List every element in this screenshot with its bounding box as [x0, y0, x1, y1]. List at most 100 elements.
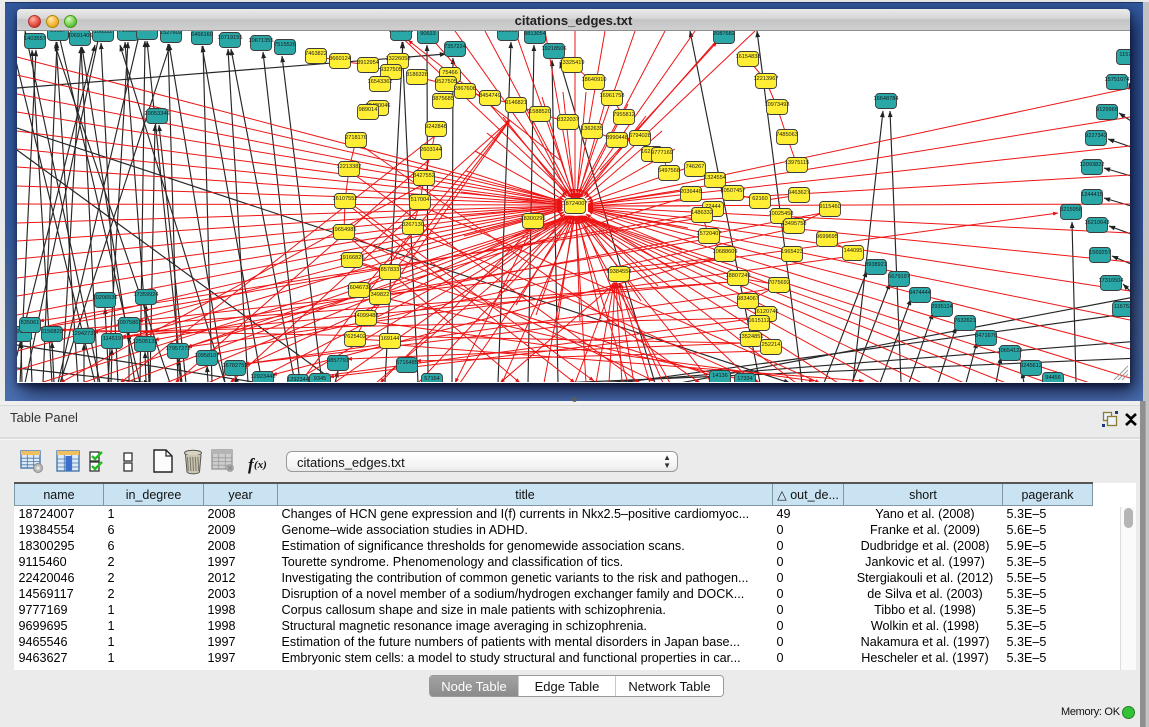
svg-text:1403557: 1403557	[24, 36, 46, 42]
svg-text:16033809: 16033809	[389, 31, 414, 34]
svg-text:8322037: 8322037	[557, 117, 579, 123]
svg-text:9129966: 9129966	[1096, 107, 1118, 113]
svg-text:15751074: 15751074	[1105, 77, 1130, 83]
svg-text:14136: 14136	[712, 373, 728, 379]
svg-text:16543362: 16543362	[368, 79, 393, 85]
svg-text:6466160: 6466160	[191, 32, 213, 38]
svg-text:8912954: 8912954	[357, 60, 379, 66]
svg-text:16210643: 16210643	[1085, 220, 1110, 226]
svg-text:7632621: 7632621	[954, 318, 976, 324]
svg-text:2718176: 2718176	[345, 135, 367, 141]
svg-text:106532: 106532	[94, 31, 113, 35]
svg-text:12093822: 12093822	[1080, 162, 1105, 168]
svg-text:7625402: 7625402	[344, 334, 366, 340]
svg-text:2036448: 2036448	[680, 189, 702, 195]
svg-text:19384554: 19384554	[607, 269, 632, 275]
svg-text:1615112: 1615112	[748, 318, 769, 324]
svg-text:2867608: 2867608	[454, 86, 476, 92]
svg-text:1965423: 1965423	[781, 249, 803, 255]
svg-text:9146821: 9146821	[505, 100, 527, 106]
svg-text:2087682: 2087682	[713, 31, 735, 37]
svg-text:13524851: 13524851	[739, 334, 764, 340]
svg-text:7357224: 7357224	[444, 44, 466, 50]
svg-text:20557: 20557	[50, 31, 66, 34]
svg-text:8813054: 8813054	[524, 31, 546, 37]
svg-text:9699695: 9699695	[816, 234, 838, 240]
svg-text:19166825: 19166825	[340, 255, 365, 261]
svg-text:18724007: 18724007	[563, 201, 588, 207]
svg-text:1156829: 1156829	[41, 329, 62, 335]
svg-text:90633: 90633	[420, 31, 436, 37]
svg-text:114519: 114519	[103, 336, 121, 342]
svg-text:8215958: 8215958	[1060, 207, 1082, 213]
svg-text:19654985: 19654985	[332, 227, 357, 233]
svg-text:12505135: 12505135	[133, 339, 158, 345]
svg-text:1588520: 1588520	[529, 109, 551, 115]
svg-text:16648784: 16648784	[874, 96, 899, 102]
svg-text:10654122: 10654122	[998, 348, 1023, 354]
svg-text:9327505: 9327505	[380, 67, 402, 73]
svg-text:13226058: 13226058	[386, 56, 411, 62]
svg-text:252214: 252214	[762, 342, 781, 348]
svg-text:18300295: 18300295	[521, 216, 546, 222]
svg-text:16120746: 16120746	[754, 309, 779, 315]
svg-text:881305: 881305	[499, 31, 518, 34]
svg-text:18807249: 18807249	[726, 273, 751, 279]
svg-text:7955812: 7955812	[613, 112, 635, 118]
svg-text:517004: 517004	[411, 197, 430, 203]
svg-text:17334: 17334	[737, 376, 753, 382]
svg-text:1569257: 1569257	[1089, 250, 1111, 256]
svg-text:9245612: 9245612	[1020, 363, 1042, 369]
svg-text:57164: 57164	[424, 376, 440, 382]
svg-text:9115460: 9115460	[819, 204, 840, 210]
svg-text:94456: 94456	[1045, 375, 1061, 381]
svg-text:20691406: 20691406	[68, 33, 93, 39]
svg-text:14099488: 14099488	[354, 313, 379, 319]
svg-text:8471676: 8471676	[975, 333, 997, 339]
svg-text:9463627: 9463627	[788, 190, 810, 196]
svg-text:9857791: 9857791	[327, 358, 349, 364]
svg-text:1324554: 1324554	[704, 175, 726, 181]
svg-text:20206536: 20206536	[93, 295, 118, 301]
svg-text:9777169: 9777169	[651, 150, 673, 156]
svg-text:8186328: 8186328	[406, 72, 428, 78]
svg-text:15720407: 15720407	[697, 231, 722, 237]
svg-text:989014: 989014	[359, 107, 378, 113]
svg-text:169144: 169144	[381, 336, 400, 342]
svg-text:11573: 11573	[1119, 52, 1130, 58]
svg-text:6679197: 6679197	[888, 274, 910, 280]
svg-text:16961758: 16961758	[600, 93, 625, 99]
svg-text:8938921: 8938921	[865, 262, 887, 268]
svg-text:9227342: 9227342	[1085, 133, 1107, 139]
svg-text:(x): (x)	[254, 459, 267, 471]
svg-text:1244415: 1244415	[1081, 192, 1103, 198]
svg-text:116753: 116753	[1114, 304, 1130, 310]
svg-text:12923448: 12923448	[251, 374, 276, 380]
svg-text:17316504: 17316504	[1099, 278, 1124, 284]
svg-text:9242848: 9242848	[425, 124, 447, 130]
svg-text:7515526: 7515526	[274, 42, 296, 48]
svg-text:12942737: 12942737	[72, 331, 97, 337]
svg-text:6497568: 6497568	[658, 168, 680, 174]
svg-text:9474444: 9474444	[909, 290, 931, 296]
svg-text:16782759: 16782759	[223, 363, 248, 369]
svg-text:18640910: 18640910	[582, 77, 607, 83]
svg-text:10973493: 10973493	[765, 102, 790, 108]
svg-text:7485063: 7485063	[776, 132, 798, 138]
svg-text:10025458: 10025458	[769, 211, 794, 217]
svg-text:13495758: 13495758	[782, 221, 807, 227]
svg-text:75466: 75466	[442, 70, 458, 76]
svg-text:10507457: 10507457	[721, 188, 746, 194]
svg-text:12213967: 12213967	[754, 76, 779, 82]
svg-text:9834067: 9834067	[737, 296, 759, 302]
svg-text:10653287: 10653287	[135, 31, 160, 33]
svg-text:349822: 349822	[371, 292, 390, 298]
svg-text:746267: 746267	[686, 164, 705, 170]
svg-text:17359924: 17359924	[134, 292, 159, 298]
svg-text:5716485: 5716485	[396, 360, 418, 366]
svg-text:6794028: 6794028	[629, 133, 651, 139]
svg-text:8660124: 8660124	[329, 56, 351, 62]
svg-text:10671355: 10671355	[249, 38, 274, 44]
svg-text:8427552: 8427552	[413, 173, 435, 179]
svg-text:1527602: 1527602	[160, 31, 182, 36]
